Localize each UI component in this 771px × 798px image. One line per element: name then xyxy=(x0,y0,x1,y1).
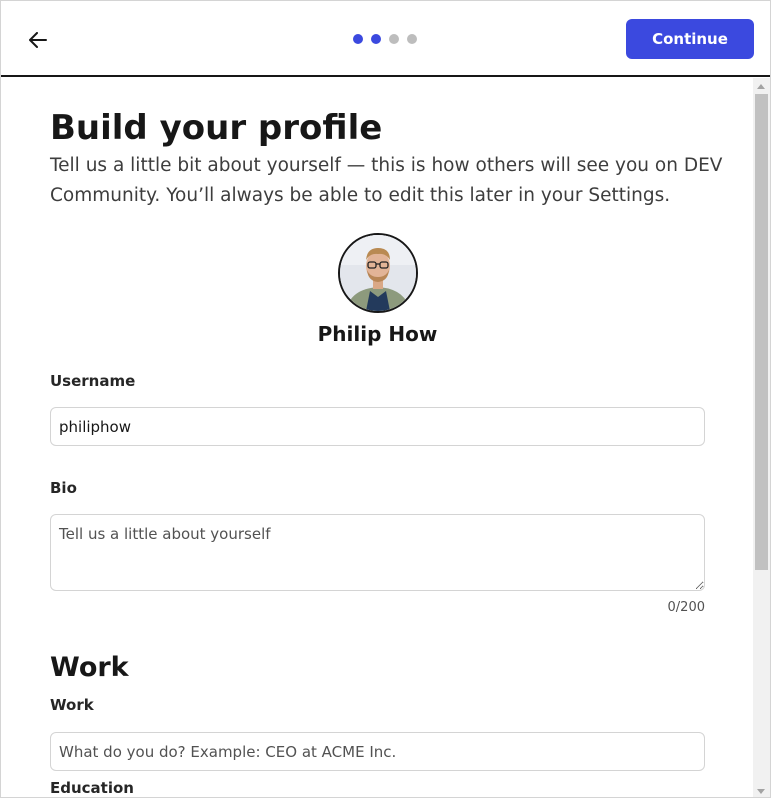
work-input[interactable] xyxy=(50,732,705,771)
form-scroll-area[interactable]: Build your profile Tell us a little bit … xyxy=(1,78,753,797)
step-dot-1 xyxy=(353,34,363,44)
work-section-heading: Work xyxy=(50,652,129,683)
username-label: Username xyxy=(50,372,136,390)
step-dot-4 xyxy=(407,34,417,44)
modal-header: Continue xyxy=(1,1,770,77)
profile-name: Philip How xyxy=(317,322,438,346)
scroll-up-arrow-icon[interactable] xyxy=(757,84,765,89)
step-dot-2 xyxy=(371,34,381,44)
page-subtitle: Tell us a little bit about yourself — th… xyxy=(50,155,723,206)
arrow-left-icon xyxy=(29,32,47,48)
avatar[interactable] xyxy=(338,233,418,313)
continue-button[interactable]: Continue xyxy=(626,19,754,59)
work-label: Work xyxy=(50,696,94,714)
scrollbar-thumb[interactable] xyxy=(755,94,768,570)
bio-label: Bio xyxy=(50,479,77,497)
profile-photo xyxy=(340,235,416,311)
education-label: Education xyxy=(50,779,134,797)
scroll-down-arrow-icon[interactable] xyxy=(757,789,765,794)
back-button[interactable] xyxy=(23,25,53,55)
page-title: Build your profile xyxy=(50,108,383,148)
bio-textarea[interactable] xyxy=(50,514,705,591)
step-indicator xyxy=(353,34,417,44)
step-dot-3 xyxy=(389,34,399,44)
bio-character-counter: 0/200 xyxy=(667,600,705,615)
username-input[interactable] xyxy=(50,407,705,446)
onboarding-modal: Continue Build your profile Tell us a li… xyxy=(0,0,771,798)
scrollbar[interactable] xyxy=(753,78,770,797)
